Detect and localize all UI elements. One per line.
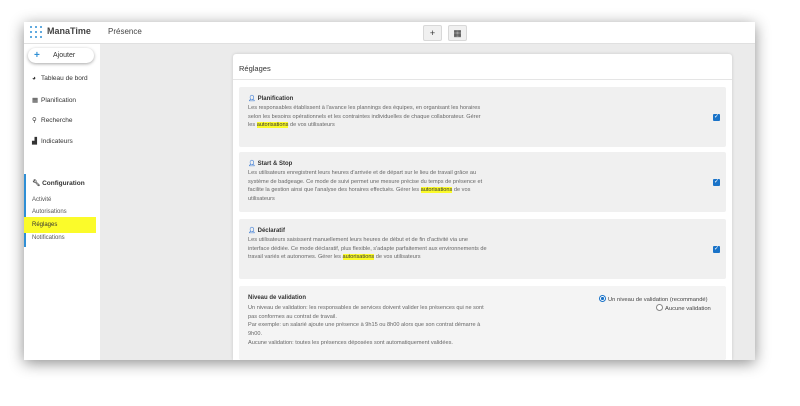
search-icon: ⚲ bbox=[32, 117, 37, 124]
sidebar-item-dashboard[interactable]: ◕ Tableau de bord bbox=[32, 75, 88, 82]
validation-line: Un niveau de validation: les responsable… bbox=[248, 305, 484, 320]
validation-title: Niveau de validation bbox=[248, 295, 307, 301]
card-title-text: Start & Stop bbox=[257, 161, 293, 167]
validation-description: Un niveau de validation: les responsable… bbox=[248, 304, 484, 348]
sidebar-subitem-activite[interactable]: Activité bbox=[32, 197, 51, 203]
person-icon: 👤︎ bbox=[248, 228, 256, 234]
add-button[interactable]: + Ajouter bbox=[28, 48, 94, 63]
desc-text: de vos utilisateurs bbox=[288, 122, 335, 129]
wrench-icon: 🔧︎ bbox=[32, 180, 43, 187]
chart-icon: ▟ bbox=[32, 138, 37, 145]
app-grid-icon[interactable] bbox=[30, 26, 42, 38]
card-description: Les responsables établissent à l'avance … bbox=[248, 104, 488, 130]
start-stop-checkbox[interactable]: ✓ bbox=[713, 179, 720, 186]
card-title-text: Planification bbox=[257, 96, 294, 102]
sidebar-item-label: Recherche bbox=[41, 117, 73, 124]
sidebar-item-planification[interactable]: ▦ Planification bbox=[32, 96, 76, 104]
autorisations-link[interactable]: autorisations bbox=[420, 187, 453, 194]
app-window: ManaTime Présence + ▦ + Ajouter ◕ Tableau… bbox=[24, 22, 755, 360]
sidebar-subitem-reglages[interactable]: Réglages bbox=[24, 217, 96, 233]
card-planification: 👤︎ Planification Les responsables établis… bbox=[239, 87, 726, 147]
planification-checkbox[interactable]: ✓ bbox=[713, 114, 720, 121]
sidebar-item-indicateurs[interactable]: ▟ Indicateurs bbox=[32, 137, 73, 145]
card-start-stop: 👤︎ Start & Stop Les utilisateurs enregist… bbox=[239, 152, 726, 212]
top-bar: ManaTime Présence + ▦ bbox=[24, 22, 755, 44]
autorisations-link[interactable]: autorisations bbox=[342, 254, 375, 261]
sidebar-subitem-notifications[interactable]: Notifications bbox=[32, 235, 65, 241]
panel-title: Réglages bbox=[233, 54, 732, 80]
declaratif-checkbox[interactable]: ✓ bbox=[713, 246, 720, 253]
person-icon: 👤︎ bbox=[248, 96, 256, 102]
radio-no-validation[interactable]: Aucune validation bbox=[656, 304, 711, 312]
sidebar-subitem-autorisations[interactable]: Autorisations bbox=[32, 209, 67, 215]
add-button-label: Ajouter bbox=[53, 52, 76, 59]
sidebar-item-configuration[interactable]: 🔧︎ Configuration bbox=[32, 179, 85, 187]
radio-selected-icon bbox=[599, 295, 606, 302]
autorisations-link[interactable]: autorisations bbox=[256, 122, 289, 129]
desc-text: de vos utilisateurs bbox=[374, 254, 421, 261]
settings-panel: Réglages 👤︎ Planification Les responsable… bbox=[233, 54, 732, 360]
sidebar-item-label: Tableau de bord bbox=[41, 75, 88, 82]
plus-icon: + bbox=[34, 50, 40, 61]
card-description: Les utilisateurs enregistrent leurs heur… bbox=[248, 169, 488, 204]
sidebar-item-label: Planification bbox=[41, 97, 77, 104]
sidebar: + Ajouter ◕ Tableau de bord ▦ Planificatio… bbox=[24, 44, 100, 360]
validation-line: Par exemple: un salarié ajoute une prése… bbox=[248, 322, 481, 338]
person-icon: 👤︎ bbox=[248, 161, 256, 167]
radio-unselected-icon bbox=[656, 304, 663, 311]
card-title: 👤︎ Start & Stop bbox=[248, 160, 292, 167]
card-description: Les utilisateurs saisissent manuellement… bbox=[248, 236, 488, 262]
add-icon[interactable]: + bbox=[423, 25, 442, 41]
card-title-text: Déclaratif bbox=[257, 228, 285, 234]
page-title: Présence bbox=[108, 27, 142, 36]
app-name: ManaTime bbox=[47, 26, 91, 36]
config-section-indicator bbox=[24, 174, 26, 247]
sidebar-item-label: Configuration bbox=[42, 180, 85, 187]
dashboard-icon: ◕ bbox=[32, 75, 36, 82]
sidebar-item-label: Indicateurs bbox=[41, 138, 73, 145]
card-validation: Niveau de validation Un niveau de valida… bbox=[239, 286, 726, 360]
card-title: 👤︎ Planification bbox=[248, 95, 293, 102]
validation-line: Aucune validation: toutes les présences … bbox=[248, 339, 453, 346]
calendar-icon[interactable]: ▦ bbox=[448, 25, 467, 41]
card-declaratif: 👤︎ Déclaratif Les utilisateurs saisissent… bbox=[239, 219, 726, 279]
calendar-icon: ▦ bbox=[32, 97, 39, 104]
radio-one-level[interactable]: Un niveau de validation (recommandé) bbox=[599, 295, 708, 303]
card-title: 👤︎ Déclaratif bbox=[248, 227, 285, 234]
radio-label: Un niveau de validation (recommandé) bbox=[608, 297, 708, 303]
radio-label: Aucune validation bbox=[665, 306, 711, 312]
sidebar-item-recherche[interactable]: ⚲ Recherche bbox=[32, 116, 72, 124]
